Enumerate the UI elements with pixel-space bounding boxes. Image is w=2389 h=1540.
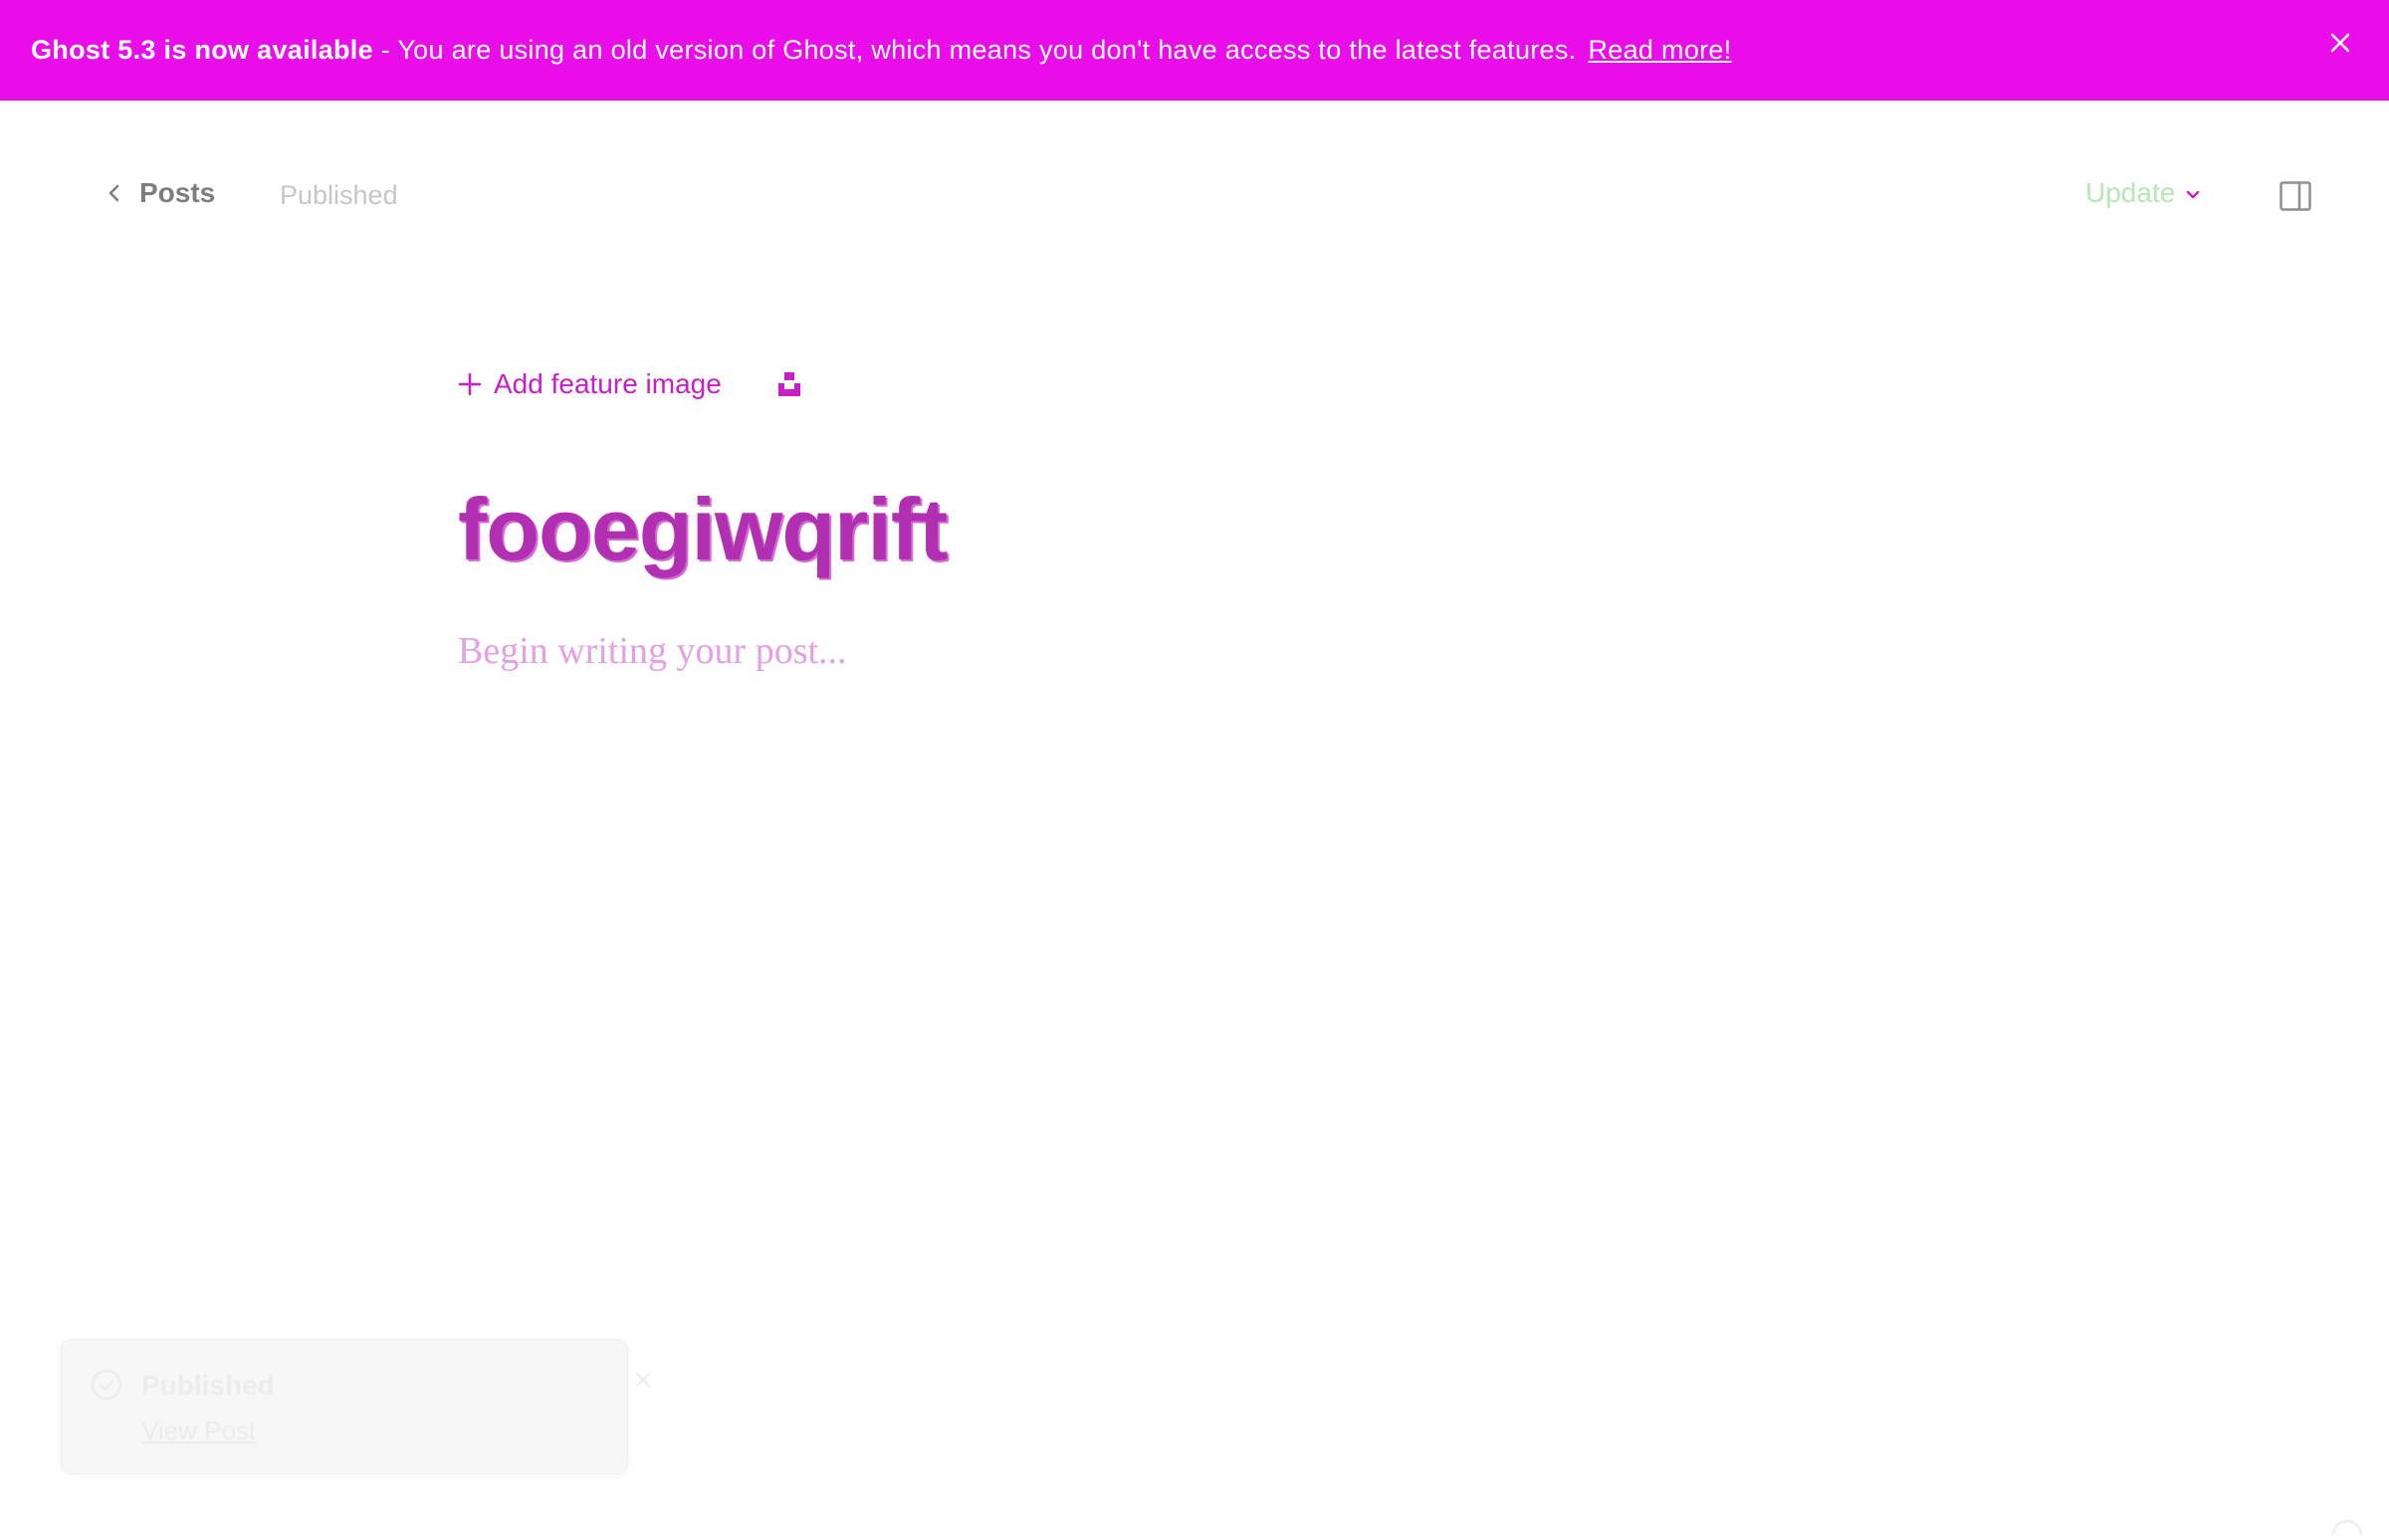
post-title[interactable]: fooegiwqrift — [458, 486, 947, 573]
update-button[interactable]: Update — [2085, 177, 2201, 209]
editor-header: Posts Published Update — [0, 101, 2389, 290]
toast-close-icon[interactable] — [633, 1370, 653, 1390]
check-circle-icon — [90, 1368, 123, 1402]
back-link-label: Posts — [139, 177, 215, 209]
settings-panel-toggle-icon[interactable] — [2280, 181, 2311, 211]
editor-footer-icons — [2150, 1515, 2369, 1535]
update-button-label: Update — [2085, 177, 2175, 209]
banner-version: Ghost 5.3 — [31, 35, 156, 65]
add-feature-image-label: Add feature image — [494, 368, 722, 400]
back-to-posts-link[interactable]: Posts — [108, 177, 215, 209]
toast-title: Published — [141, 1370, 275, 1402]
add-feature-image-button[interactable]: Add feature image — [458, 368, 722, 400]
post-body-placeholder[interactable]: Begin writing your post... — [458, 629, 847, 673]
banner-close-icon[interactable] — [2327, 30, 2353, 56]
upgrade-banner: Ghost 5.3 is now available - You are usi… — [0, 0, 2389, 101]
read-more-link[interactable]: Read more! — [1588, 35, 1731, 66]
banner-headline: is now available — [156, 35, 373, 65]
unsplash-icon[interactable] — [776, 370, 802, 398]
post-status: Published — [280, 180, 398, 211]
chevron-down-icon — [2185, 189, 2201, 201]
chevron-left-icon — [108, 183, 121, 203]
help-icon — [2333, 1521, 2361, 1535]
plus-icon — [458, 372, 482, 396]
banner-details: - You are using an old version of Ghost,… — [373, 35, 1577, 65]
banner-message: Ghost 5.3 is now available - You are usi… — [31, 35, 1576, 66]
view-post-link[interactable]: View Post — [141, 1416, 256, 1446]
published-toast: Published View Post — [61, 1339, 628, 1474]
